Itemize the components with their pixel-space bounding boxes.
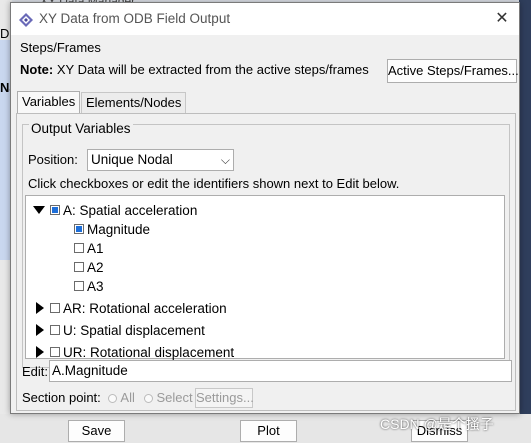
position-label: Position: bbox=[28, 152, 78, 167]
position-select[interactable]: Unique Nodal ⌵ bbox=[87, 149, 234, 171]
output-variables-group: Output Variables Position: Unique Nodal … bbox=[22, 121, 510, 368]
section-select-label: Select bbox=[156, 390, 193, 405]
tree-item-rotational-acceleration[interactable]: AR: Rotational acceleration bbox=[32, 299, 227, 317]
a3-checkbox[interactable] bbox=[74, 281, 84, 291]
title-bar: XY Data from ODB Field Output ✕ bbox=[11, 3, 519, 35]
note-text: XY Data will be extracted from the activ… bbox=[56, 62, 369, 77]
tree-item-label: A3 bbox=[87, 278, 104, 294]
tree-item-a3[interactable]: A3 bbox=[74, 277, 104, 295]
active-steps-frames-button[interactable]: Active Steps/Frames... bbox=[387, 59, 519, 83]
radio-icon bbox=[144, 394, 154, 404]
plot-button[interactable]: Plot bbox=[240, 420, 297, 442]
section-point-label: Section point: bbox=[22, 390, 101, 405]
edit-value: A.Magnitude bbox=[52, 363, 128, 378]
tree-item-label: A1 bbox=[87, 240, 104, 256]
a1-checkbox[interactable] bbox=[74, 243, 84, 253]
note-label: Note: bbox=[20, 62, 54, 77]
tree-item-a1[interactable]: A1 bbox=[74, 239, 104, 257]
watermark-text: CSDN @是个搔子 bbox=[380, 416, 494, 432]
chevron-down-icon: ⌵ bbox=[220, 153, 230, 167]
tree-item-spatial-displacement[interactable]: U: Spatial displacement bbox=[32, 321, 205, 339]
variables-tab-pane: Output Variables Position: Unique Nodal … bbox=[16, 113, 516, 411]
radio-icon bbox=[108, 394, 118, 404]
tree-item-label: A: Spatial acceleration bbox=[63, 202, 198, 218]
rotational-acceleration-checkbox[interactable] bbox=[50, 303, 60, 313]
note-row: Note: XY Data will be extracted from the… bbox=[20, 62, 369, 77]
spatial-acceleration-checkbox[interactable] bbox=[50, 205, 60, 215]
section-select-option[interactable]: Select bbox=[144, 390, 193, 405]
magnitude-checkbox[interactable] bbox=[74, 224, 84, 234]
section-point-row: Section point: All Select bbox=[22, 390, 193, 405]
tab-variables[interactable]: Variables bbox=[17, 91, 81, 115]
section-all-option[interactable]: All bbox=[108, 390, 138, 405]
rotational-displacement-checkbox[interactable] bbox=[50, 347, 60, 357]
output-variables-tree: A: Spatial acceleration Magnitude A1 A2 bbox=[25, 195, 505, 361]
position-value: Unique Nodal bbox=[91, 152, 173, 167]
dialog-title: XY Data from ODB Field Output bbox=[39, 11, 231, 26]
tree-item-a2[interactable]: A2 bbox=[74, 258, 104, 276]
expanded-triangle-icon[interactable] bbox=[32, 203, 46, 217]
section-all-label: All bbox=[120, 390, 135, 405]
collapsed-triangle-icon[interactable] bbox=[32, 323, 46, 337]
edit-label: Edit: bbox=[22, 364, 49, 379]
tree-item-label: A2 bbox=[87, 259, 104, 275]
tree-item-label: Magnitude bbox=[87, 221, 151, 237]
collapsed-triangle-icon[interactable] bbox=[32, 345, 46, 359]
tree-item-label: U: Spatial displacement bbox=[63, 322, 205, 338]
output-variables-title: Output Variables bbox=[29, 121, 133, 136]
tree-item-label: UR: Rotational displacement bbox=[63, 344, 235, 360]
tree-item-label: AR: Rotational acceleration bbox=[63, 300, 227, 316]
tree-item-spatial-acceleration[interactable]: A: Spatial acceleration bbox=[32, 201, 197, 219]
settings-button[interactable]: Settings... bbox=[195, 388, 254, 408]
a2-checkbox[interactable] bbox=[74, 262, 84, 272]
abaqus-app-icon bbox=[19, 13, 33, 27]
tree-item-magnitude[interactable]: Magnitude bbox=[74, 220, 150, 238]
tree-item-rotational-displacement[interactable]: UR: Rotational displacement bbox=[32, 343, 234, 361]
steps-frames-label: Steps/Frames bbox=[20, 40, 101, 55]
spatial-displacement-checkbox[interactable] bbox=[50, 325, 60, 335]
background-letter-d: D bbox=[0, 26, 10, 41]
tab-elements-nodes[interactable]: Elements/Nodes bbox=[81, 92, 187, 114]
close-icon: ✕ bbox=[495, 10, 509, 27]
close-button[interactable]: ✕ bbox=[489, 7, 515, 31]
save-button[interactable]: Save bbox=[68, 420, 125, 442]
instructions-text: Click checkboxes or edit the identifiers… bbox=[28, 176, 400, 191]
collapsed-triangle-icon[interactable] bbox=[32, 301, 46, 315]
background-right-panel bbox=[519, 0, 531, 443]
edit-identifier-input[interactable]: A.Magnitude bbox=[49, 360, 512, 382]
xy-data-dialog: XY Data from ODB Field Output ✕ Steps/Fr… bbox=[10, 2, 520, 414]
